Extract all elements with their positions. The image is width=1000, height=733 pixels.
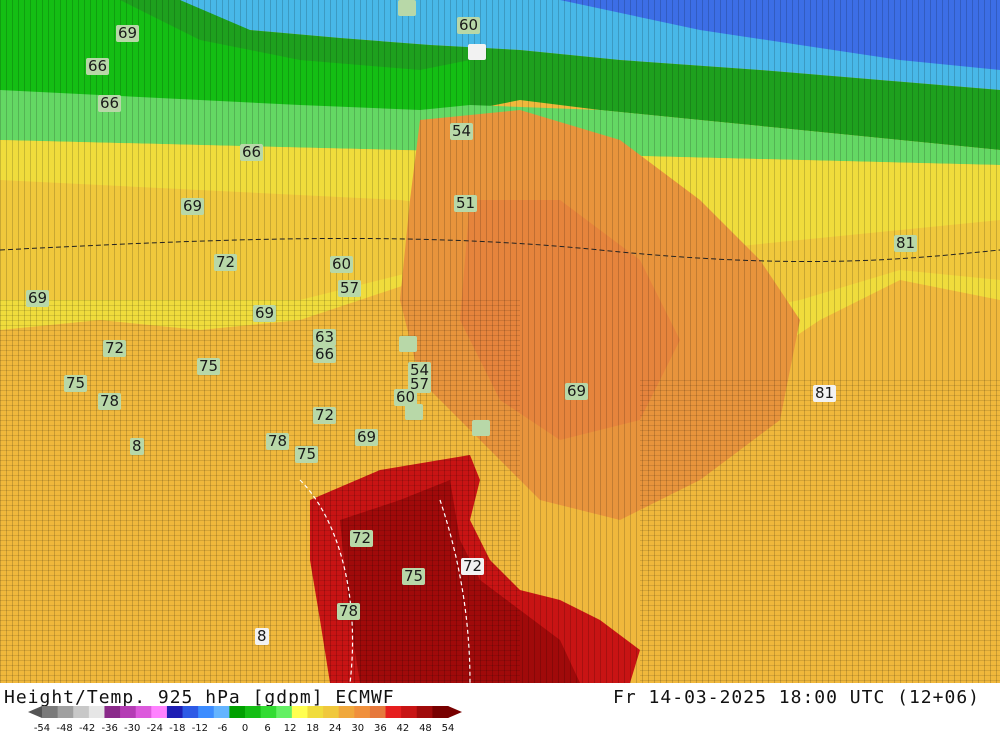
contour-label: 69 (26, 289, 50, 307)
colorbar-swatch (416, 706, 433, 718)
contour-label: 69 (355, 428, 379, 446)
colorbar-swatch (260, 706, 277, 718)
colorbar-tick-label: 36 (374, 723, 387, 733)
contour-label: 72 (103, 339, 127, 357)
contour-label: 75 (402, 567, 426, 585)
contour-label: 66 (240, 143, 264, 161)
contour-label: 78 (337, 602, 361, 620)
colorbar-swatch (432, 706, 449, 718)
contour-label: 8 (130, 437, 144, 455)
colorbar-tick-label: -12 (192, 723, 208, 733)
colorbar-swatch (385, 706, 402, 718)
contour-label: 78 (266, 432, 290, 450)
colorbar-tick-label: 54 (442, 723, 455, 733)
contour-label: 69 (565, 382, 589, 400)
colorbar-swatch (276, 706, 293, 718)
colorbar-tick-label: 30 (351, 723, 364, 733)
colorbar-swatch (166, 706, 184, 718)
colorbar-swatch (120, 706, 137, 718)
colorbar-tick-label: -42 (79, 723, 95, 733)
temperature-map (0, 0, 1000, 683)
contour-label: 69 (116, 24, 140, 42)
temperature-colorbar: -54 -48 -42 -36 -30 -24 -18 -12 -6 0 6 12 18 24 30 36 42… (28, 706, 462, 733)
contour-label-box (399, 336, 417, 352)
colorbar-tick-label: -30 (124, 723, 140, 733)
contour-label-box (468, 44, 486, 60)
contour-label: 69 (253, 304, 277, 322)
colorbar-tick-label: 48 (419, 723, 432, 733)
colorbar-swatch (213, 706, 230, 718)
contour-label: 66 (86, 57, 110, 75)
contour-label-box (398, 0, 416, 16)
colorbar-right-arrow (448, 706, 462, 718)
colorbar-swatch (291, 706, 308, 718)
contour-label: 81 (894, 234, 918, 252)
contour-label: 51 (454, 194, 478, 212)
contour-label-box (472, 420, 490, 436)
colorbar-tick-label: 12 (284, 723, 297, 733)
contour-label: 75 (295, 445, 319, 463)
colorbar-tick-label: -24 (147, 723, 163, 733)
colorbar-swatch (151, 706, 168, 718)
contour-label: 66 (313, 345, 337, 363)
colorbar-swatch (323, 706, 340, 718)
colorbar-tick-label: 6 (264, 723, 270, 733)
contour-label-box (405, 404, 423, 420)
colorbar-tick-label: 0 (242, 723, 248, 733)
colorbar-tick-label: -54 (34, 723, 50, 733)
colorbar-swatch (245, 706, 262, 718)
colorbar-tick-label: -18 (169, 723, 185, 733)
contour-label: 75 (197, 357, 221, 375)
colorbar-swatch (307, 706, 324, 718)
contour-label: 72 (350, 529, 374, 547)
colorbar-tick-label: 42 (397, 723, 410, 733)
colorbar-left-arrow (28, 706, 42, 718)
colorbar-tick-label: -36 (101, 723, 117, 733)
colorbar-swatch (104, 706, 121, 718)
colorbar-swatch (88, 706, 105, 718)
colorbar-swatch (354, 706, 371, 718)
colorbar-swatch (198, 706, 215, 718)
contour-label: 63 (313, 328, 337, 346)
colorbar-swatch (401, 706, 418, 718)
contour-label: 69 (181, 197, 205, 215)
colorbar-swatch (229, 706, 246, 718)
contour-label: 60 (457, 16, 481, 34)
contour-label: 72 (214, 253, 238, 271)
contour-label: 54 (450, 122, 474, 140)
map-footer: Height/Temp. 925 hPa [gdpm] ECMWF Fr 14-… (0, 683, 1000, 733)
contour-label: 72 (313, 406, 337, 424)
colorbar-swatch (73, 706, 90, 718)
contour-label: 78 (98, 392, 122, 410)
contour-label: 72 (461, 557, 485, 575)
colorbar-tick-label: -48 (56, 723, 72, 733)
colorbar-swatch (57, 706, 74, 718)
colorbar-swatch (42, 706, 59, 718)
colorbar-swatch (182, 706, 199, 718)
contour-label: 8 (255, 627, 269, 645)
colorbar-swatch (338, 706, 355, 718)
contour-label: 81 (813, 384, 837, 402)
colorbar-tick-label: -6 (217, 723, 227, 733)
colorbar-swatch (135, 706, 152, 718)
colorbar-tick-label: 24 (329, 723, 342, 733)
colorbar-swatch (369, 706, 387, 718)
contour-label: 60 (330, 255, 354, 273)
contour-label: 66 (98, 94, 122, 112)
colorbar-tick-label: 18 (306, 723, 319, 733)
contour-label: 57 (338, 279, 362, 297)
valid-time: Fr 14-03-2025 18:00 UTC (12+06) (613, 687, 980, 708)
contour-label: 75 (64, 374, 88, 392)
